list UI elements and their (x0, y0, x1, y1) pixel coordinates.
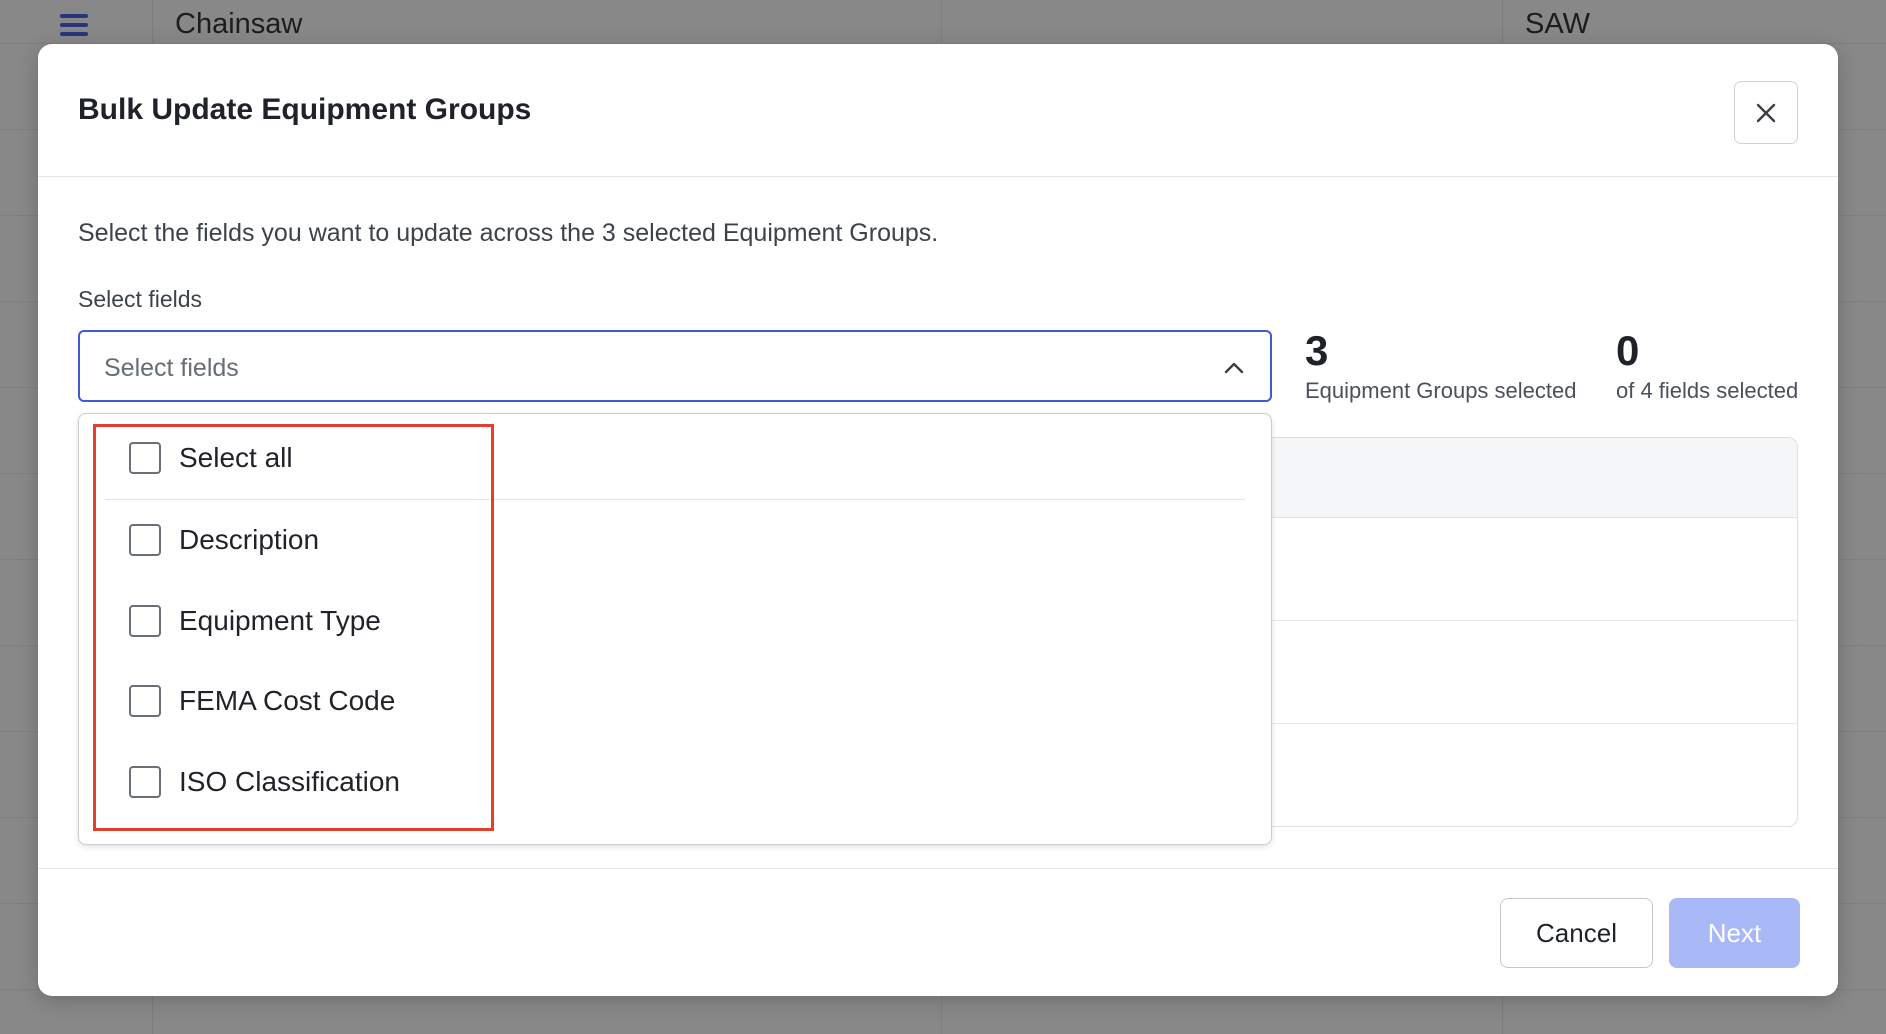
equipment-type-checkbox[interactable] (129, 605, 161, 637)
close-button[interactable] (1734, 81, 1798, 144)
menu-icon[interactable] (60, 14, 88, 36)
stat-label: Equipment Groups selected (1305, 378, 1577, 404)
option-label: Equipment Type (179, 605, 381, 636)
preview-panel-row (1219, 518, 1797, 621)
stat-number: 0 (1616, 327, 1640, 374)
modal-title: Bulk Update Equipment Groups (78, 93, 532, 126)
option-iso-classification[interactable]: ISO Classification (129, 762, 400, 802)
modal-header: Bulk Update Equipment Groups (38, 44, 1838, 177)
select-fields-dropdown[interactable]: Select fields (78, 330, 1272, 402)
description-checkbox[interactable] (129, 524, 161, 556)
option-equipment-type[interactable]: Equipment Type (129, 601, 381, 641)
option-label: Select all (179, 442, 293, 473)
next-button[interactable]: Next (1669, 898, 1800, 968)
select-fields-label: Select fields (78, 286, 203, 312)
option-label: Description (179, 524, 320, 555)
select-all-checkbox[interactable] (129, 442, 161, 474)
option-label: FEMA Cost Code (179, 685, 396, 716)
preview-panel-row (1219, 621, 1797, 724)
cancel-button[interactable]: Cancel (1500, 898, 1653, 968)
close-icon (1756, 103, 1776, 122)
option-select-all[interactable]: Select all (129, 438, 293, 478)
iso-classification-checkbox[interactable] (129, 766, 161, 798)
fema-cost-code-checkbox[interactable] (129, 685, 161, 717)
stat-label: of 4 fields selected (1616, 378, 1799, 404)
option-fema-cost-code[interactable]: FEMA Cost Code (129, 681, 395, 721)
table-cell: SAW (1525, 8, 1590, 40)
option-description[interactable]: Description (129, 520, 319, 560)
preview-panel (1218, 437, 1798, 827)
bulk-update-modal: Bulk Update Equipment Groups Select the … (38, 44, 1838, 996)
table-cell: Chainsaw (175, 8, 303, 40)
preview-panel-row (1219, 724, 1797, 826)
select-placeholder: Select fields (104, 354, 239, 382)
chevron-up-icon (1224, 362, 1244, 374)
divider (105, 499, 1245, 500)
select-fields-menu: Select all Description Equipment Type FE… (78, 413, 1272, 845)
preview-panel-header (1219, 438, 1797, 518)
intro-text: Select the fields you want to update acr… (78, 219, 939, 247)
option-label: ISO Classification (179, 766, 400, 797)
equipment-groups-selected-stat: 3 Equipment Groups selected (1305, 327, 1577, 404)
fields-selected-stat: 0 of 4 fields selected (1616, 327, 1799, 404)
stat-number: 3 (1305, 327, 1329, 374)
